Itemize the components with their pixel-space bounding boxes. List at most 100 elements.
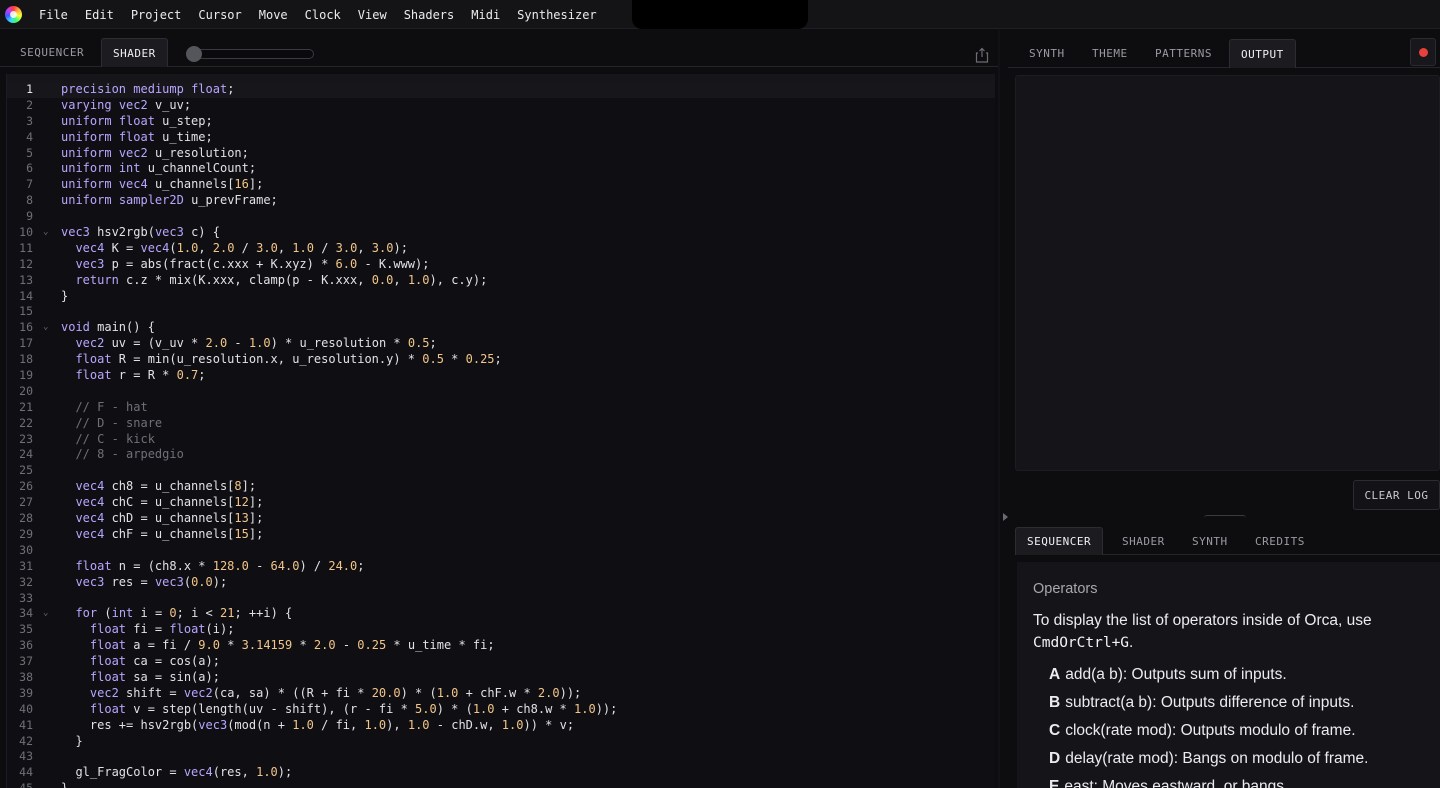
code-line[interactable]: 44 gl_FragColor = vec4(res, 1.0); xyxy=(7,765,995,781)
code-text[interactable]: varying vec2 v_uv; xyxy=(61,98,191,114)
code-line[interactable]: 8 uniform sampler2D u_prevFrame; xyxy=(7,193,995,209)
code-line[interactable]: 42 } xyxy=(7,734,995,750)
code-text[interactable]: } xyxy=(61,781,68,788)
menu-move[interactable]: Move xyxy=(259,8,288,22)
code-line[interactable]: 3 uniform float u_step; xyxy=(7,114,995,130)
code-line[interactable]: 43 xyxy=(7,749,995,765)
code-line[interactable]: 6 uniform int u_channelCount; xyxy=(7,161,995,177)
code-text[interactable]: // D - snare xyxy=(61,416,162,432)
code-line[interactable]: 14} xyxy=(7,289,995,305)
code-text[interactable]: uniform vec4 u_channels[16]; xyxy=(61,177,263,193)
code-text[interactable]: vec3 hsv2rgb(vec3 c) { xyxy=(61,225,220,241)
code-line[interactable]: 28 vec4 chD = u_channels[13]; xyxy=(7,511,995,527)
tab-theme[interactable]: THEME xyxy=(1081,39,1139,68)
code-text[interactable]: vec3 res = vec3(0.0); xyxy=(61,575,227,591)
code-text[interactable]: // 8 - arpedgio xyxy=(61,447,183,463)
fold-chevron-icon[interactable]: ⌄ xyxy=(43,320,48,336)
code-text[interactable]: uniform vec2 u_resolution; xyxy=(61,146,249,162)
code-line[interactable]: 33 xyxy=(7,591,995,607)
code-text[interactable]: float a = fi / 9.0 * 3.14159 * 2.0 - 0.2… xyxy=(61,638,495,654)
slider-track[interactable] xyxy=(186,49,314,59)
code-text[interactable]: float r = R * 0.7; xyxy=(61,368,205,384)
code-line[interactable]: 45} xyxy=(7,781,995,788)
shader-slider[interactable] xyxy=(186,46,314,62)
code-line[interactable]: 41 res += hsv2rgb(vec3(mod(n + 1.0 / fi,… xyxy=(7,718,995,734)
code-text[interactable]: float n = (ch8.x * 128.0 - 64.0) / 24.0; xyxy=(61,559,364,575)
code-line[interactable]: 35 float fi = float(i); xyxy=(7,622,995,638)
slider-knob[interactable] xyxy=(186,46,202,62)
code-lines[interactable]: 1 precision mediump float; 2 varying vec2 v… xyxy=(7,82,995,788)
tab-synth[interactable]: SYNTH xyxy=(1018,39,1076,68)
code-text[interactable]: vec4 K = vec4(1.0, 2.0 / 3.0, 1.0 / 3.0,… xyxy=(61,241,407,257)
code-line[interactable]: 22 // D - snare xyxy=(7,416,995,432)
code-line[interactable]: 24 // 8 - arpedgio xyxy=(7,447,995,463)
code-line[interactable]: 19 float r = R * 0.7; xyxy=(7,368,995,384)
panel-divider[interactable] xyxy=(998,30,1000,788)
code-line[interactable]: 7 uniform vec4 u_channels[16]; xyxy=(7,177,995,193)
clear-log-button[interactable]: CLEAR LOG xyxy=(1353,480,1440,510)
code-line[interactable]: 38 float sa = sin(a); xyxy=(7,670,995,686)
code-line[interactable]: 5 uniform vec2 u_resolution; xyxy=(7,146,995,162)
code-line[interactable]: 10 ⌄ vec3 hsv2rgb(vec3 c) { xyxy=(7,225,995,241)
code-line[interactable]: 34 ⌄ for (int i = 0; i < 21; ++i) { xyxy=(7,606,995,622)
tab-output[interactable]: OUTPUT xyxy=(1229,39,1296,68)
menu-view[interactable]: View xyxy=(358,8,387,22)
fold-chevron-icon[interactable]: ⌄ xyxy=(43,606,48,622)
code-text[interactable]: float fi = float(i); xyxy=(61,622,235,638)
code-text[interactable]: float ca = cos(a); xyxy=(61,654,220,670)
code-line[interactable]: 32 vec3 res = vec3(0.0); xyxy=(7,575,995,591)
resize-handle[interactable] xyxy=(1204,515,1246,521)
code-line[interactable]: 15 xyxy=(7,304,995,320)
shader-code-editor[interactable]: 1 precision mediump float; 2 varying vec2 v… xyxy=(6,74,995,788)
code-text[interactable]: for (int i = 0; i < 21; ++i) { xyxy=(61,606,292,622)
record-button[interactable] xyxy=(1410,38,1436,66)
code-line[interactable]: 36 float a = fi / 9.0 * 3.14159 * 2.0 - … xyxy=(7,638,995,654)
code-line[interactable]: 25 xyxy=(7,463,995,479)
code-line[interactable]: 37 float ca = cos(a); xyxy=(7,654,995,670)
code-text[interactable]: } xyxy=(61,289,68,305)
code-line[interactable]: 29 vec4 chF = u_channels[15]; xyxy=(7,527,995,543)
code-line[interactable]: 9 xyxy=(7,209,995,225)
menu-edit[interactable]: Edit xyxy=(85,8,114,22)
code-text[interactable]: precision mediump float; xyxy=(61,82,234,98)
help-tab-sequencer[interactable]: SEQUENCER xyxy=(1015,527,1104,555)
code-text[interactable]: // F - hat xyxy=(61,400,147,416)
code-text[interactable]: // C - kick xyxy=(61,432,154,448)
code-text[interactable]: vec2 uv = (v_uv * 2.0 - 1.0) * u_resolut… xyxy=(61,336,436,352)
tab-patterns[interactable]: PATTERNS xyxy=(1144,39,1223,68)
code-text[interactable]: uniform float u_time; xyxy=(61,130,213,146)
code-line[interactable]: 26 vec4 ch8 = u_channels[8]; xyxy=(7,479,995,495)
menu-project[interactable]: Project xyxy=(131,8,182,22)
menu-shaders[interactable]: Shaders xyxy=(404,8,455,22)
code-line[interactable]: 18 float R = min(u_resolution.x, u_resol… xyxy=(7,352,995,368)
menu-midi[interactable]: Midi xyxy=(471,8,500,22)
code-text[interactable]: uniform sampler2D u_prevFrame; xyxy=(61,193,278,209)
help-tab-credits[interactable]: CREDITS xyxy=(1244,527,1316,555)
code-line[interactable]: 13 return c.z * mix(K.xxx, clamp(p - K.x… xyxy=(7,273,995,289)
code-text[interactable]: uniform float u_step; xyxy=(61,114,213,130)
code-line[interactable]: 11 vec4 K = vec4(1.0, 2.0 / 3.0, 1.0 / 3… xyxy=(7,241,995,257)
code-line[interactable]: 39 vec2 shift = vec2(ca, sa) * ((R + fi … xyxy=(7,686,995,702)
code-text[interactable]: res += hsv2rgb(vec3(mod(n + 1.0 / fi, 1.… xyxy=(61,718,574,734)
code-line[interactable]: 20 xyxy=(7,384,995,400)
code-text[interactable]: float R = min(u_resolution.x, u_resoluti… xyxy=(61,352,501,368)
fold-chevron-icon[interactable]: ⌄ xyxy=(43,225,48,241)
code-text[interactable]: vec2 shift = vec2(ca, sa) * ((R + fi * 2… xyxy=(61,686,581,702)
menu-clock[interactable]: Clock xyxy=(305,8,341,22)
code-text[interactable]: vec4 chD = u_channels[13]; xyxy=(61,511,263,527)
tab-sequencer[interactable]: SEQUENCER xyxy=(9,38,95,67)
share-icon[interactable] xyxy=(975,47,989,63)
code-text[interactable]: vec3 p = abs(fract(c.xxx + K.xyz) * 6.0 … xyxy=(61,257,429,273)
menu-synthesizer[interactable]: Synthesizer xyxy=(517,8,596,22)
code-line[interactable]: 40 float v = step(length(uv - shift), (r… xyxy=(7,702,995,718)
code-text[interactable]: gl_FragColor = vec4(res, 1.0); xyxy=(61,765,292,781)
tab-shader[interactable]: SHADER xyxy=(101,38,168,67)
code-text[interactable]: } xyxy=(61,734,82,750)
collapse-arrow-icon[interactable] xyxy=(1003,513,1008,521)
code-line[interactable]: 16 ⌄ void main() { xyxy=(7,320,995,336)
help-tab-synth[interactable]: SYNTH xyxy=(1181,527,1239,555)
code-text[interactable]: float sa = sin(a); xyxy=(61,670,220,686)
code-text[interactable]: void main() { xyxy=(61,320,155,336)
code-text[interactable]: vec4 ch8 = u_channels[8]; xyxy=(61,479,256,495)
code-line[interactable]: 27 vec4 chC = u_channels[12]; xyxy=(7,495,995,511)
